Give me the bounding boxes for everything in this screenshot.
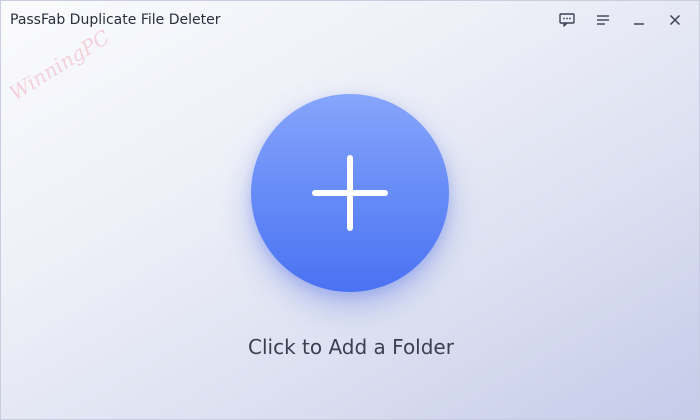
plus-icon [312,155,388,231]
title-bar: PassFab Duplicate File Deleter [1,1,699,41]
menu-icon [597,15,609,25]
close-button[interactable] [657,7,693,33]
app-title: PassFab Duplicate File Deleter [10,12,221,28]
menu-button[interactable] [585,7,621,33]
app-window: PassFab Duplicate File Deleter WinningPC… [0,0,700,420]
add-folder-button[interactable] [251,94,449,292]
feedback-icon [559,13,575,27]
feedback-button[interactable] [549,7,585,33]
minimize-icon [634,23,644,25]
close-icon [669,14,681,26]
window-controls [549,7,693,33]
add-folder-label[interactable]: Click to Add a Folder [201,335,501,359]
minimize-button[interactable] [621,7,657,33]
